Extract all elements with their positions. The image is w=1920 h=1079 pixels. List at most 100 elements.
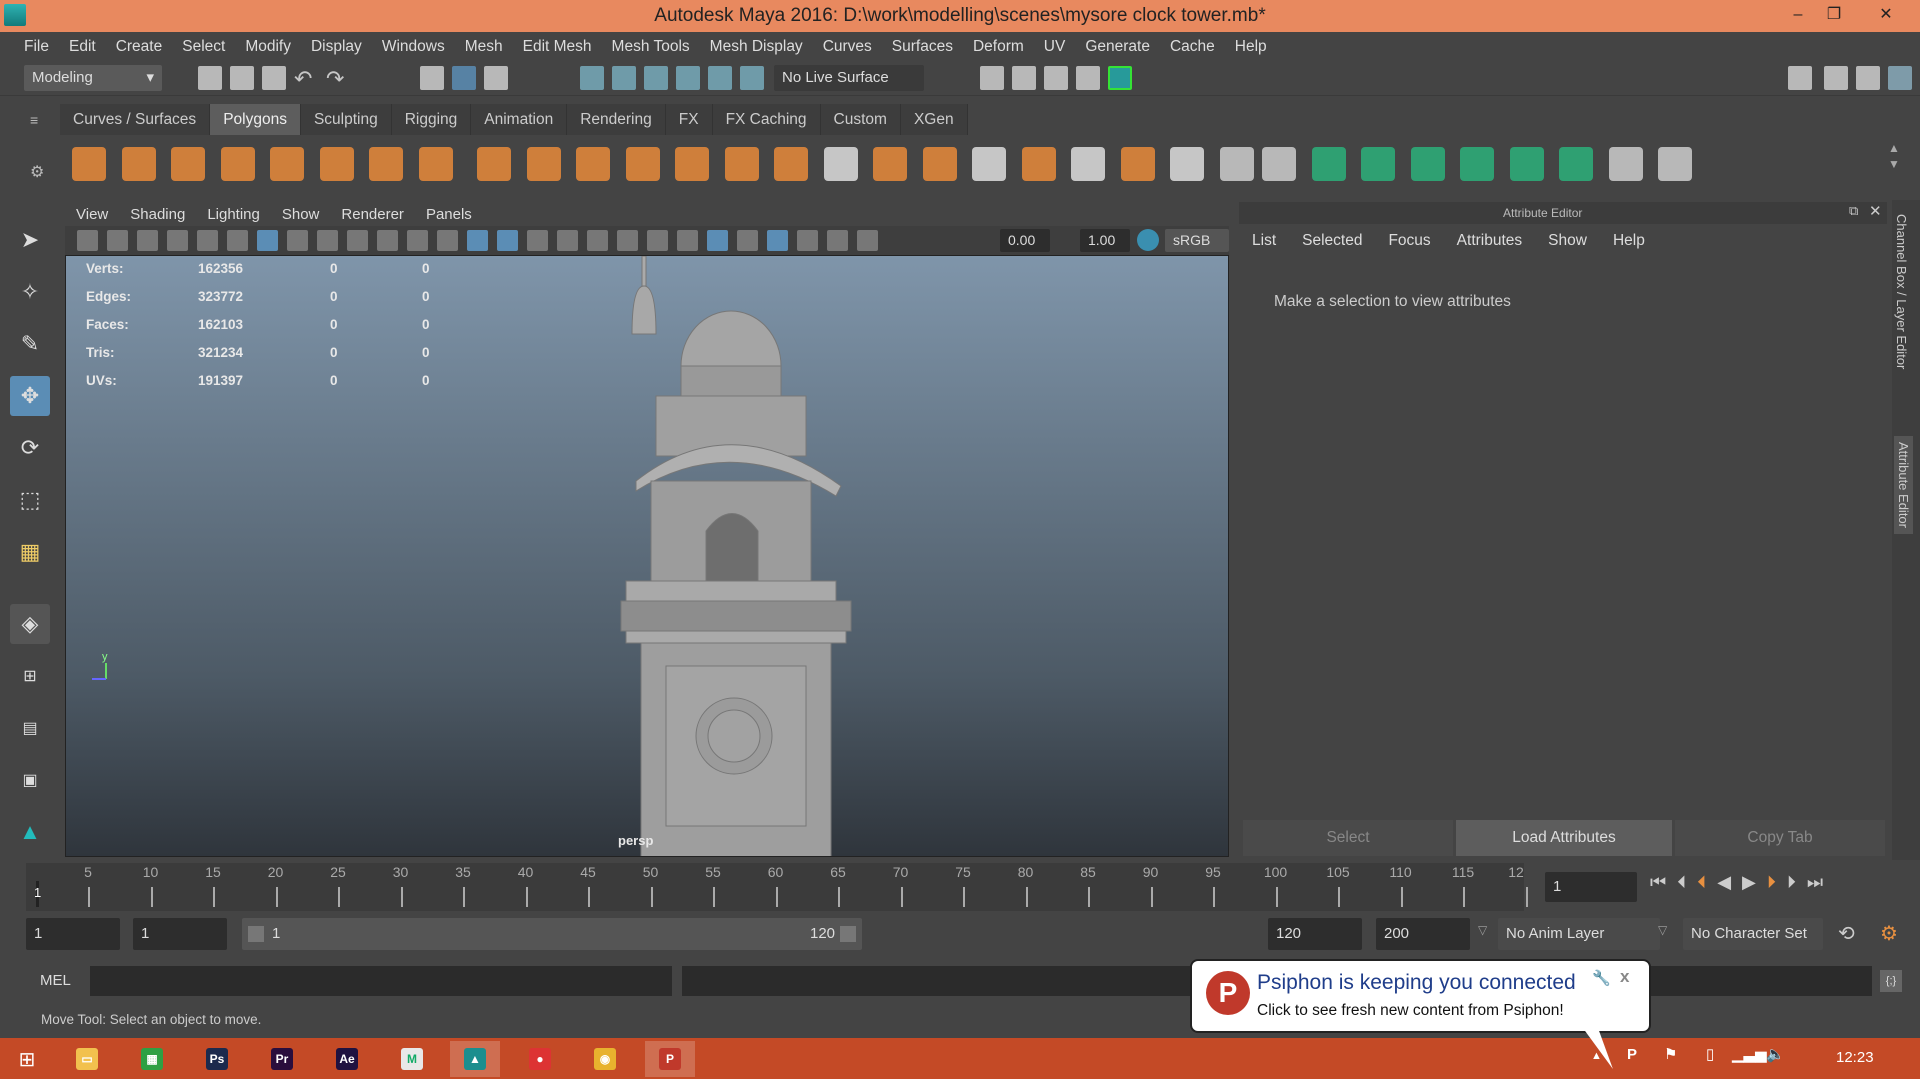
menu-modify[interactable]: Modify: [235, 38, 301, 56]
menu-edit-mesh[interactable]: Edit Mesh: [513, 38, 602, 56]
step-back-key-icon[interactable]: ⏴: [1697, 872, 1706, 893]
shelf-settings-icon[interactable]: ⚙: [30, 162, 44, 182]
character-set-dropdown-icon[interactable]: ▽: [1658, 923, 1667, 937]
shelf-tab-fx[interactable]: FX: [665, 104, 713, 135]
start-button[interactable]: ⊞: [2, 1041, 52, 1077]
anim-layer-dropdown-icon[interactable]: ▽: [1478, 923, 1487, 937]
shelf-tab-curves-surfaces[interactable]: Curves / Surfaces: [60, 104, 211, 135]
anti-aliasing-icon[interactable]: [707, 230, 728, 251]
animation-preferences-icon[interactable]: ⚙: [1880, 921, 1898, 946]
uv-planar-icon[interactable]: [1311, 147, 1346, 181]
toggle-channel-box-icon[interactable]: [1888, 66, 1912, 90]
mel-label[interactable]: MEL: [40, 972, 71, 989]
live-surface-field[interactable]: No Live Surface: [774, 65, 924, 91]
triangulate-icon[interactable]: [1219, 147, 1254, 181]
open-scene-icon[interactable]: [230, 66, 254, 90]
menu-windows[interactable]: Windows: [372, 38, 455, 56]
menu-mesh-display[interactable]: Mesh Display: [700, 38, 813, 56]
play-forwards-icon[interactable]: ▶: [1742, 872, 1756, 893]
gate-mask-icon[interactable]: [347, 230, 368, 251]
shelf-scroll-icon[interactable]: ▲ ▼: [1888, 140, 1900, 172]
shelf-tab-rendering[interactable]: Rendering: [567, 104, 666, 135]
volume-muted-icon[interactable]: 🔈: [1766, 1045, 1785, 1063]
go-to-start-icon[interactable]: ⏮: [1650, 872, 1666, 893]
menu-mesh-tools[interactable]: Mesh Tools: [602, 38, 700, 56]
attr-menu-help[interactable]: Help: [1600, 232, 1658, 250]
outliner-layout-icon[interactable]: ▣: [10, 760, 50, 800]
single-perspective-layout-icon[interactable]: ◈: [10, 604, 50, 644]
attr-menu-selected[interactable]: Selected: [1289, 232, 1375, 250]
channel-box-tab[interactable]: Channel Box / Layer Editor: [1894, 214, 1909, 369]
taskbar-mudbox[interactable]: M: [387, 1041, 437, 1077]
menu-display[interactable]: Display: [301, 38, 372, 56]
command-input[interactable]: [90, 966, 672, 996]
camera-attributes-icon[interactable]: [107, 230, 128, 251]
panel-menu-lighting[interactable]: Lighting: [196, 206, 271, 223]
uv-automatic-icon[interactable]: [1460, 147, 1494, 181]
close-notification-button[interactable]: x: [1620, 967, 1629, 987]
append-icon[interactable]: [774, 147, 808, 181]
persp-outliner-layout-icon[interactable]: ▤: [10, 708, 50, 748]
poly-pipe-icon[interactable]: [418, 147, 453, 181]
render-settings-icon[interactable]: [1076, 66, 1100, 90]
mirror-icon[interactable]: [1262, 147, 1296, 181]
bookmark-icon[interactable]: [137, 230, 158, 251]
default-material-icon[interactable]: [527, 230, 548, 251]
panel-menu-renderer[interactable]: Renderer: [330, 206, 415, 223]
view-transform-dropdown[interactable]: sRGB ga: [1165, 229, 1229, 271]
settings-wrench-icon[interactable]: 🔧: [1592, 969, 1611, 987]
move-tool-icon[interactable]: ✥: [10, 376, 50, 416]
snap-point-icon[interactable]: [644, 66, 668, 90]
extract-icon[interactable]: [576, 147, 610, 181]
save-scene-icon[interactable]: [262, 66, 286, 90]
multi-cut-icon[interactable]: [873, 147, 907, 181]
shelf-menu-icon[interactable]: ≡: [30, 112, 46, 128]
menu-surfaces[interactable]: Surfaces: [882, 38, 963, 56]
taskbar-premiere[interactable]: Pr: [257, 1041, 307, 1077]
ipr-render-icon[interactable]: [1044, 66, 1068, 90]
grid-icon[interactable]: [257, 230, 278, 251]
xray-joints-icon[interactable]: [827, 230, 848, 251]
wireframe-icon[interactable]: [467, 230, 488, 251]
clock[interactable]: 12:23: [1836, 1049, 1874, 1066]
select-tool-icon[interactable]: ➤: [10, 220, 50, 260]
menu-curves[interactable]: Curves: [813, 38, 882, 56]
render-frame-icon[interactable]: [1012, 66, 1036, 90]
poly-plane-icon[interactable]: [270, 147, 304, 181]
playback-end-field[interactable]: 120: [1268, 918, 1362, 950]
film-gate-icon[interactable]: [287, 230, 308, 251]
current-frame-field[interactable]: 1: [1545, 872, 1637, 902]
render-view-icon[interactable]: [980, 66, 1004, 90]
attr-menu-attributes[interactable]: Attributes: [1444, 232, 1535, 250]
taskbar-file-explorer[interactable]: ▭: [62, 1041, 112, 1077]
shelf-tab-custom[interactable]: Custom: [820, 104, 901, 135]
taskbar-chrome[interactable]: ◉: [580, 1041, 630, 1077]
uv-spherical-icon[interactable]: [1410, 147, 1445, 181]
attr-menu-list[interactable]: List: [1239, 232, 1289, 250]
maximize-button[interactable]: ❐: [1816, 0, 1852, 32]
close-button[interactable]: ✕: [1868, 0, 1904, 32]
target-weld-icon[interactable]: [972, 147, 1006, 181]
separate-icon[interactable]: [526, 147, 561, 181]
color-management-toggle-icon[interactable]: [1137, 229, 1159, 251]
uv-editor-icon[interactable]: [1509, 147, 1544, 181]
fill-hole-icon[interactable]: [1120, 147, 1155, 181]
field-chart-icon[interactable]: [377, 230, 398, 251]
poly-cube-icon[interactable]: [121, 147, 156, 181]
menu-help[interactable]: Help: [1225, 38, 1277, 56]
shelf-tab-xgen[interactable]: XGen: [900, 104, 968, 135]
motion-blur-icon[interactable]: [677, 230, 698, 251]
menu-file[interactable]: File: [14, 38, 59, 56]
attr-menu-focus[interactable]: Focus: [1375, 232, 1443, 250]
camera-select-icon[interactable]: [77, 230, 98, 251]
rotate-tool-icon[interactable]: ⟳: [10, 428, 50, 468]
menu-edit[interactable]: Edit: [59, 38, 106, 56]
close-panel-icon[interactable]: ✕: [1869, 202, 1882, 220]
safe-title-icon[interactable]: [437, 230, 458, 251]
taskbar-psiphon[interactable]: P: [645, 1041, 695, 1077]
battery-icon[interactable]: ▯: [1706, 1045, 1714, 1063]
use-all-lights-icon[interactable]: [587, 230, 608, 251]
snap-curve-icon[interactable]: [612, 66, 636, 90]
poly-cone-icon[interactable]: [220, 147, 255, 181]
ambient-occlusion-icon[interactable]: [647, 230, 668, 251]
